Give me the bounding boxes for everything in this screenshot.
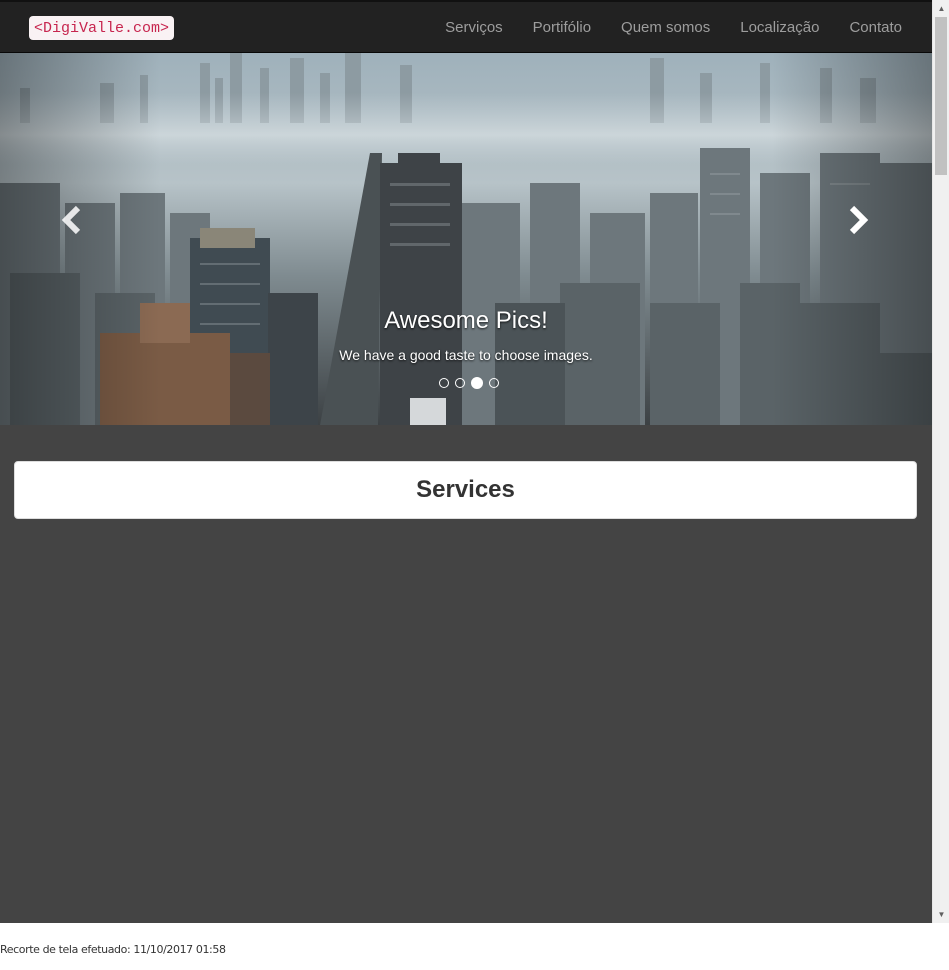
services-heading: Services [416,476,515,504]
carousel-indicator-2[interactable] [455,378,465,388]
services-panel: Services [14,461,917,519]
chevron-right-icon[interactable] [843,203,873,237]
carousel-shade-right [772,53,932,425]
nav-link-quem-somos[interactable]: Quem somos [606,2,725,53]
nav-link-portifolio[interactable]: Portifólio [518,2,606,53]
image-carousel: Awesome Pics! We have a good taste to ch… [0,53,932,425]
services-heading-initial: S [416,476,433,503]
carousel-indicator-3-active[interactable] [471,377,483,389]
navbar: <DigiValle.com> Serviços Portifólio Quem… [0,0,932,53]
nav-link-contato[interactable]: Contato [834,2,917,53]
carousel-caption-text: We have a good taste to choose images. [339,347,593,363]
services-heading-rest: ervices [432,476,515,503]
nav-menu: Serviços Portifólio Quem somos Localizaç… [430,2,917,53]
brand-logo[interactable]: <DigiValle.com> [29,16,175,40]
scrollbar-thumb[interactable] [935,17,947,175]
nav-link-servicos[interactable]: Serviços [430,2,518,53]
browser-viewport: <DigiValle.com> Serviços Portifólio Quem… [0,0,949,923]
carousel-shade-left [0,53,160,425]
screenshot-timestamp-note: Recorte de tela efetuado: 11/10/2017 01:… [0,943,226,956]
carousel-indicator-4[interactable] [489,378,499,388]
nav-link-localizacao[interactable]: Localização [725,2,834,53]
chevron-left-icon[interactable] [57,203,87,237]
scroll-up-arrow-icon[interactable]: ▲ [933,0,949,17]
carousel-indicators [436,377,502,389]
carousel-caption-title: Awesome Pics! [384,307,548,334]
vertical-scrollbar[interactable]: ▲ ▼ [932,0,949,923]
carousel-indicator-1[interactable] [439,378,449,388]
scroll-down-arrow-icon[interactable]: ▼ [933,906,949,923]
